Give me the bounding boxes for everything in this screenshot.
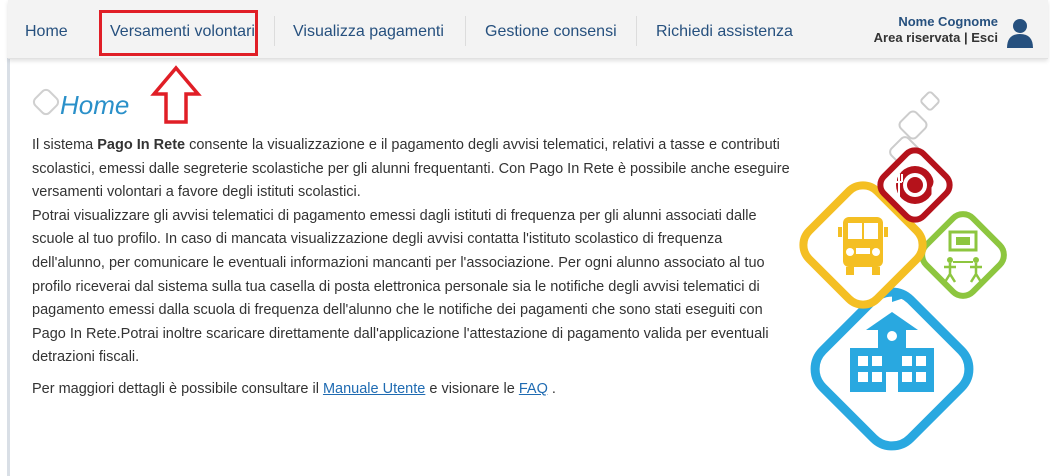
paragraph-details: Potrai visualizzare gli avvisi telematic… <box>32 207 769 366</box>
nav-separator <box>636 16 637 46</box>
paragraph-intro: Il sistema Pago In Rete consente la visu… <box>32 137 790 201</box>
exit-link[interactable]: Esci <box>971 30 998 45</box>
user-name: Nome Cognome <box>898 14 998 29</box>
versamenti-highlight-box <box>99 10 258 56</box>
page-title: Home <box>60 90 130 120</box>
faq-link[interactable]: FAQ <box>519 381 548 397</box>
left-rule <box>7 58 10 476</box>
reserved-area-link[interactable]: Area riservata <box>874 30 961 45</box>
manual-link[interactable]: Manuale Utente <box>323 381 425 397</box>
title-decoration-icon <box>32 88 60 116</box>
intro-text: Il sistema Pago In Rete consente la visu… <box>32 134 792 402</box>
museum-icon <box>919 211 1007 299</box>
nav-separator <box>274 16 275 46</box>
user-icon[interactable] <box>1006 18 1034 48</box>
user-box: Nome Cognome Area riservata | Esci <box>874 14 1034 48</box>
nav-separator <box>465 16 466 46</box>
user-links: Area riservata | Esci <box>874 30 998 46</box>
up-arrow-icon <box>150 65 202 124</box>
nav-visualizza-pagamenti[interactable]: Visualizza pagamenti <box>293 0 444 58</box>
nav-richiedi-assistenza[interactable]: Richiedi assistenza <box>656 0 793 58</box>
nav-home[interactable]: Home <box>25 0 68 58</box>
school-building-icon <box>810 287 974 451</box>
nav-gestione-consensi[interactable]: Gestione consensi <box>485 0 617 58</box>
user-link-separator: | <box>960 30 972 45</box>
paragraph-more-info: Per maggiori dettagli è possibile consul… <box>32 380 556 397</box>
school-illustration <box>799 91 1007 451</box>
pago-in-rete-bold: Pago In Rete <box>97 137 186 153</box>
